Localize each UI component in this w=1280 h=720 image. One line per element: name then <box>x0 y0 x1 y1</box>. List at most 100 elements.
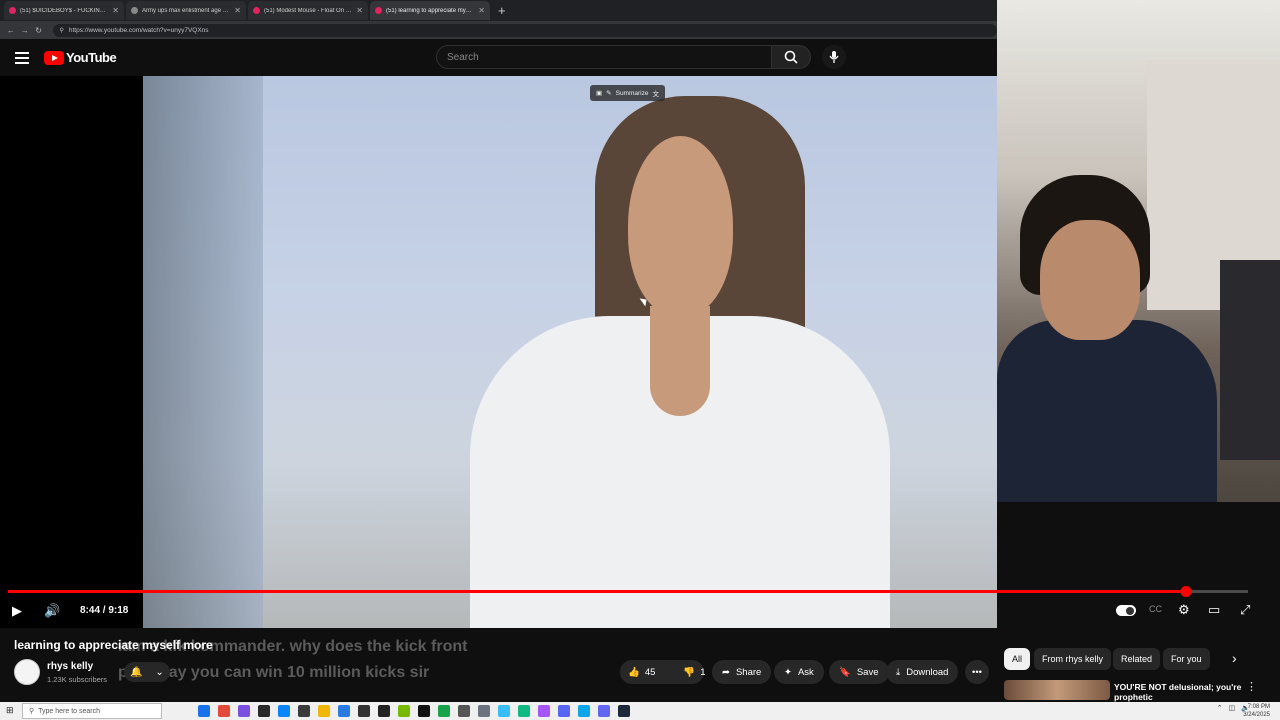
like-button[interactable]: 👍 45 <box>620 660 663 684</box>
recommended-thumbnail[interactable] <box>1004 680 1110 700</box>
app-icon[interactable] <box>278 705 290 717</box>
dislike-button[interactable]: 👎 1 <box>675 660 713 684</box>
captions-icon[interactable]: CC <box>1149 604 1162 614</box>
browser-tab-active[interactable]: (51) learning to appreciate myself ✕ <box>370 1 490 20</box>
youtube-logo[interactable]: YouTube <box>44 50 117 65</box>
search-icon <box>784 50 798 64</box>
theater-mode-icon[interactable]: ▭ <box>1208 602 1220 618</box>
channel-avatar[interactable] <box>14 659 40 685</box>
translate-icon[interactable]: 文 <box>652 88 659 98</box>
app-icon[interactable] <box>398 705 410 717</box>
autoplay-toggle[interactable] <box>1116 605 1136 616</box>
more-actions-button[interactable]: ••• <box>965 660 989 684</box>
browser-tab[interactable]: (51) $UICIDEBOY$ - FUCKING YOU ✕ <box>4 1 124 20</box>
fullscreen-icon[interactable]: ⤢ <box>1240 602 1250 618</box>
summarize-label: Summarize <box>615 89 649 97</box>
chip-for-you[interactable]: For you <box>1163 648 1210 670</box>
settings-gear-icon[interactable]: ⚙ <box>1178 602 1190 618</box>
recommended-title[interactable]: YOU'RE NOT delusional; you're prophetic <box>1114 682 1244 702</box>
webcam-person-face <box>1040 220 1140 340</box>
app-icon[interactable] <box>598 705 610 717</box>
progress-fill <box>8 590 1186 593</box>
close-icon[interactable]: ✕ <box>478 6 485 15</box>
dislike-count: 1 <box>700 666 706 678</box>
app-icon[interactable] <box>298 705 310 717</box>
summarize-button[interactable]: ▣ ✎ Summarize 文 <box>590 85 665 101</box>
app-icon[interactable] <box>218 705 230 717</box>
download-button[interactable]: ⤓ Download <box>886 660 959 684</box>
browser-tab[interactable]: Army ups max enlistment age to 4 ✕ <box>126 1 246 20</box>
kebab-menu-icon[interactable]: ⋮ <box>1246 680 1257 693</box>
video-title: learning to appreciate myself more <box>14 638 213 652</box>
app-icon[interactable] <box>198 705 210 717</box>
app-icon[interactable] <box>498 705 510 717</box>
forward-icon[interactable]: → <box>18 26 32 35</box>
app-icon[interactable] <box>558 705 570 717</box>
close-icon[interactable]: ✕ <box>234 6 241 15</box>
ask-label: Ask <box>797 666 814 678</box>
app-icon[interactable] <box>418 705 430 717</box>
scrubber-handle[interactable] <box>1180 586 1192 597</box>
windows-start-icon[interactable]: ⊞ <box>6 705 14 716</box>
more-icon: ••• <box>972 666 982 678</box>
app-icon[interactable] <box>538 705 550 717</box>
voice-search-button[interactable] <box>822 45 846 69</box>
chip-related[interactable]: Related <box>1113 648 1161 670</box>
chip-from-channel[interactable]: From rhys kelly <box>1034 648 1112 670</box>
app-icon[interactable] <box>578 705 590 717</box>
app-icon[interactable] <box>238 705 250 717</box>
hamburger-menu-icon[interactable] <box>15 52 29 64</box>
tab-title: (51) learning to appreciate myself <box>386 7 475 14</box>
picture-in-picture-icon[interactable]: ▣ <box>596 89 602 97</box>
thumbs-up-icon: 👍 <box>628 666 640 678</box>
app-icon[interactable] <box>458 705 470 717</box>
play-icon[interactable]: ▶ <box>12 603 22 619</box>
chip-all[interactable]: All <box>1004 648 1031 670</box>
logo-text: YouTube <box>66 50 117 65</box>
ask-button[interactable]: ✦ Ask <box>774 660 824 684</box>
subscriber-count: 1.23K subscribers <box>47 675 108 684</box>
download-icon: ⤓ <box>896 666 901 678</box>
clock-time: 7:08 PM <box>1247 704 1270 710</box>
youtube-play-logo-icon <box>44 50 64 65</box>
autoplay-toggle-knob <box>1126 606 1134 615</box>
close-icon[interactable]: ✕ <box>356 6 363 15</box>
app-icon[interactable] <box>378 705 390 717</box>
volume-icon[interactable]: 🔊 <box>44 603 60 619</box>
chevron-right-icon[interactable]: › <box>1232 650 1237 666</box>
browser-tab[interactable]: (51) Modest Mouse - Float On [Of ✕ <box>248 1 368 20</box>
reload-icon[interactable]: ↻ <box>32 26 46 35</box>
chip-label: All <box>1012 654 1023 664</box>
app-icon[interactable] <box>438 705 450 717</box>
share-button[interactable]: ➦ Share <box>712 660 772 684</box>
chevron-up-icon[interactable]: ⌃ <box>1217 704 1223 712</box>
close-icon[interactable]: ✕ <box>112 6 119 15</box>
url-field[interactable]: ⚲ https://www.youtube.com/watch?v=unyy7V… <box>53 23 997 37</box>
site-info-icon[interactable]: ⚲ <box>59 27 63 34</box>
search-input[interactable]: Search <box>436 45 772 69</box>
tab-title: Army ups max enlistment age to 4 <box>142 7 231 14</box>
app-icon[interactable] <box>478 705 490 717</box>
app-icon[interactable] <box>618 705 630 717</box>
network-icon[interactable]: ◫ <box>1229 704 1236 712</box>
new-tab-button[interactable]: + <box>498 3 506 18</box>
webcam-chair <box>1220 260 1280 460</box>
save-button[interactable]: 🔖 Save <box>829 660 889 684</box>
address-bar-row: ← → ↻ ⚲ https://www.youtube.com/watch?v=… <box>0 21 997 39</box>
tab-title: (51) $UICIDEBOY$ - FUCKING YOU <box>20 7 108 14</box>
back-icon[interactable]: ← <box>4 26 18 35</box>
channel-name[interactable]: rhys kelly <box>47 661 93 672</box>
taskbar-pinned-apps <box>198 705 630 717</box>
bookmark-icon: 🔖 <box>839 666 851 678</box>
app-icon[interactable] <box>258 705 270 717</box>
app-icon[interactable] <box>318 705 330 717</box>
app-icon[interactable] <box>338 705 350 717</box>
app-icon[interactable] <box>358 705 370 717</box>
search-icon: ⚲ <box>29 708 35 715</box>
progress-bar[interactable] <box>8 586 1248 597</box>
search-button[interactable] <box>771 45 811 69</box>
taskbar-search-input[interactable]: ⚲ Type here to search <box>22 703 162 719</box>
taskbar-clock[interactable]: 7:08 PM 3/24/2025 <box>1243 703 1270 719</box>
app-icon[interactable] <box>518 705 530 717</box>
notification-bell-button[interactable]: 🔔 ⌄ <box>124 662 170 682</box>
